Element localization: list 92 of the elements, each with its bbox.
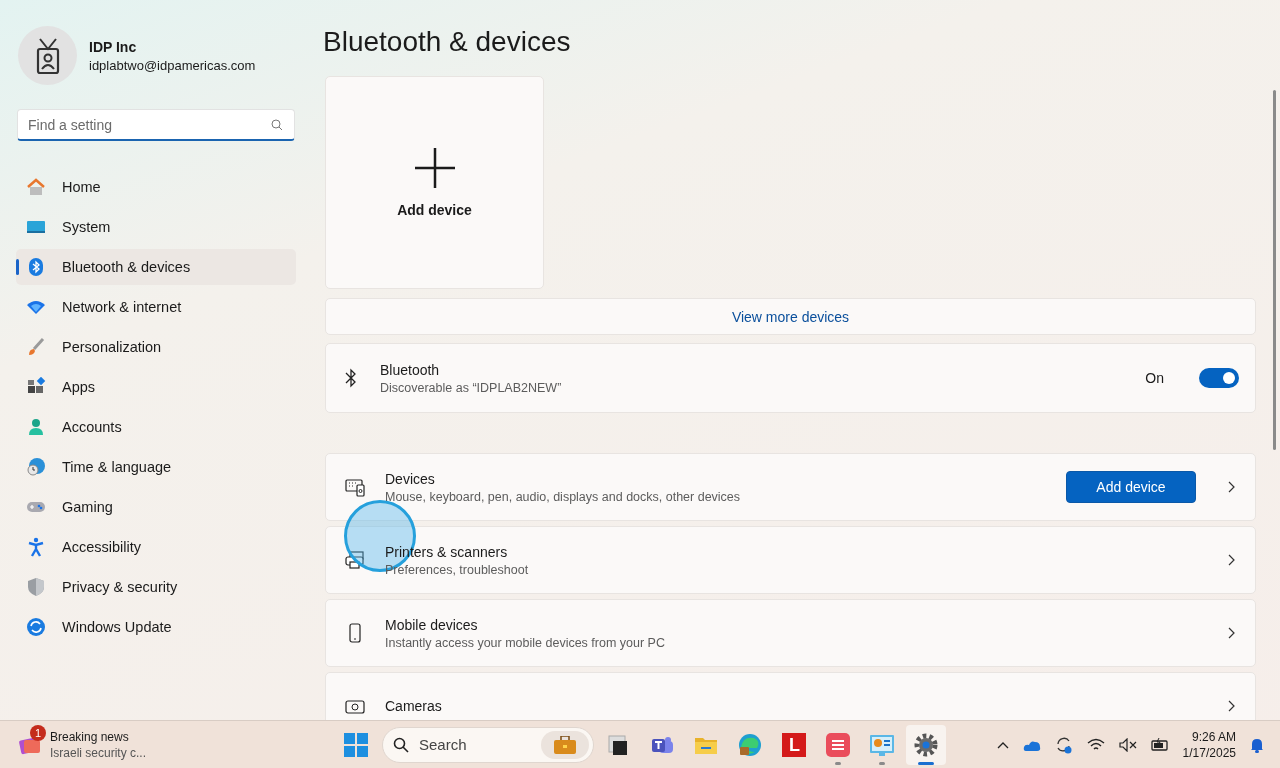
search-placeholder: Search — [419, 736, 468, 753]
wifi-icon[interactable] — [1086, 737, 1105, 752]
account-email: idplabtwo@idpamericas.com — [89, 57, 256, 73]
toggle-state-label: On — [1145, 370, 1164, 386]
nav-label: Gaming — [62, 499, 113, 515]
search-icon — [271, 119, 283, 131]
printer-icon — [345, 550, 365, 570]
tile-label: Add device — [397, 201, 472, 218]
nav-label: Windows Update — [62, 619, 172, 635]
taskbar-app[interactable] — [906, 724, 946, 765]
running-indicator — [918, 761, 934, 765]
chevron-right-icon — [1228, 700, 1235, 712]
news-headline: Israeli security c... — [50, 745, 147, 760]
news-title: Breaking news — [50, 729, 130, 744]
page-title: Bluetooth & devices — [323, 26, 572, 58]
nav-item[interactable]: System — [16, 209, 296, 245]
nav-label: Accounts — [62, 419, 122, 435]
notification-badge: 1 — [30, 724, 46, 741]
nav-item[interactable]: Accounts — [16, 409, 296, 445]
nav-item[interactable]: Accessibility — [16, 529, 296, 565]
nav-label: Time & language — [62, 459, 172, 475]
running-indicator — [835, 761, 841, 765]
bluetooth-icon — [345, 368, 357, 388]
nav-label: System — [62, 219, 111, 235]
nav-item[interactable]: Personalization — [16, 329, 296, 365]
bluetooth-icon — [26, 257, 46, 277]
add-device-tile[interactable]: Add device — [325, 76, 544, 289]
nav-label: Network & internet — [62, 299, 182, 315]
nav-label: Accessibility — [62, 539, 141, 555]
nav-item[interactable]: Apps — [16, 369, 296, 405]
running-indicator — [879, 761, 885, 765]
nav-label: Bluetooth & devices — [62, 259, 191, 275]
paintbrush-icon — [26, 337, 46, 357]
nav-item[interactable]: Privacy & security — [16, 569, 296, 605]
sync-icon[interactable] — [1054, 735, 1073, 754]
cloud-icon[interactable] — [1022, 738, 1041, 751]
id-badge-icon — [34, 36, 61, 75]
search-field[interactable]: Find a setting — [17, 109, 295, 141]
settings-row[interactable]: Cameras — [325, 672, 1256, 720]
windows-logo-icon[interactable] — [344, 732, 368, 757]
globe-clock-icon — [26, 457, 46, 477]
row-title: Mobile devices — [385, 616, 479, 633]
bell-icon[interactable] — [1250, 736, 1264, 753]
stripes-app-icon — [825, 731, 851, 758]
selection-indicator — [16, 259, 19, 275]
nav-label: Home — [62, 179, 101, 195]
clock-time: 9:26 AM — [1190, 728, 1236, 745]
nav-item[interactable]: Network & internet — [16, 289, 296, 325]
search-icon — [393, 736, 409, 753]
settings-row[interactable]: Devices Mouse, keyboard, pen, audio, displays and docks, other devices Add device — [325, 453, 1256, 521]
row-title: Cameras — [385, 698, 443, 714]
nav-item[interactable]: Windows Update — [16, 609, 296, 645]
taskbar-search[interactable]: Search — [382, 726, 594, 763]
row-subtitle: Mouse, keyboard, pen, audio, displays and docks, other devices — [385, 489, 742, 504]
home-icon — [26, 177, 46, 197]
shield-icon — [26, 577, 46, 597]
nav-item[interactable]: Gaming — [16, 489, 296, 525]
nav-label: Apps — [62, 379, 96, 395]
accessibility-icon — [26, 537, 46, 557]
row-title: Bluetooth — [380, 361, 441, 378]
person-icon — [26, 417, 46, 437]
nav-item[interactable]: Bluetooth & devices — [16, 249, 296, 285]
update-icon — [26, 617, 46, 637]
chevron-right-icon — [1228, 481, 1235, 493]
gear-icon — [913, 731, 939, 758]
add-device-button[interactable]: Add device — [1066, 471, 1196, 503]
browser-icon — [737, 731, 763, 758]
chevron-right-icon — [1228, 627, 1235, 639]
nav-item[interactable]: Home — [16, 169, 296, 205]
bluetooth-toggle[interactable] — [1199, 368, 1239, 388]
row-title: Devices — [385, 470, 436, 487]
row-subtitle: Discoverable as “IDPLAB2NEW” — [380, 380, 563, 395]
row-subtitle: Instantly access your mobile devices from your PC — [385, 635, 666, 650]
keyboard-icon — [345, 477, 365, 497]
chevron-right-icon — [1228, 554, 1235, 566]
clock-date: 1/17/2025 — [1182, 744, 1236, 761]
battery-charging-icon[interactable] — [1150, 737, 1169, 752]
app-letter: L — [789, 734, 800, 755]
chevron-up-icon[interactable] — [996, 740, 1009, 749]
plus-icon — [414, 147, 455, 188]
speaker-muted-icon[interactable] — [1118, 737, 1137, 752]
view-more-link[interactable]: View more devices — [325, 298, 1256, 335]
clock[interactable]: 9:26 AM 1/17/2025 — [1182, 728, 1236, 761]
nav-item[interactable]: Time & language — [16, 449, 296, 485]
nav-label: Personalization — [62, 339, 162, 355]
account-name: IDP Inc — [89, 38, 138, 55]
letter-tile-icon — [781, 731, 807, 758]
settings-row[interactable]: Mobile devices Instantly access your mobile devices from your PC — [325, 599, 1256, 667]
nav-label: Privacy & security — [62, 579, 178, 595]
briefcase-icon — [554, 735, 576, 754]
taskbar-app[interactable]: L — [774, 724, 814, 765]
row-subtitle: Preferences, troubleshoot — [385, 562, 530, 577]
